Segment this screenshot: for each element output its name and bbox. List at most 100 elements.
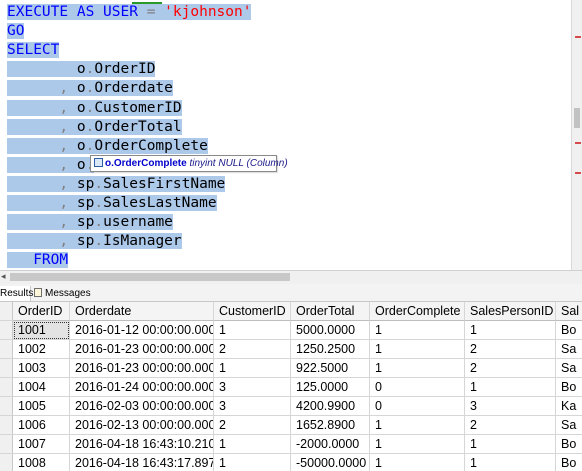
grid-cell[interactable]: 922.5000 xyxy=(291,359,370,378)
column-header[interactable]: CustomerID xyxy=(214,302,291,321)
grid-cell[interactable]: 2016-04-18 16:43:10.210 xyxy=(70,435,214,454)
editor-horizontal-scrollbar[interactable]: ◂ xyxy=(0,270,582,284)
grid-cell[interactable]: 1002 xyxy=(13,340,70,359)
grid-cell[interactable]: 1 xyxy=(465,454,556,471)
column-header[interactable]: Orderdate xyxy=(70,302,214,321)
tab-messages[interactable]: Messages xyxy=(34,286,92,301)
code-token: FROM xyxy=(33,252,69,269)
grid-cell[interactable]: 2016-01-23 00:00:00.000 xyxy=(70,359,214,378)
editor-vertical-scrollbar[interactable] xyxy=(571,0,582,270)
code-token: OrderComplete xyxy=(94,137,208,154)
grid-cell[interactable]: Ka xyxy=(556,397,582,416)
grid-cell[interactable]: 1 xyxy=(370,321,465,340)
grid-cell[interactable]: 2 xyxy=(465,359,556,378)
grid-cell[interactable]: 1004 xyxy=(13,378,70,397)
tab-results[interactable]: Results xyxy=(0,286,33,301)
grid-cell[interactable]: 2016-01-12 00:00:00.000 xyxy=(70,321,214,340)
row-selector[interactable] xyxy=(0,454,13,471)
row-selector[interactable] xyxy=(0,359,13,378)
code-token: , xyxy=(59,175,77,192)
table-row[interactable]: 1007 2016-04-18 16:43:10.210 1 -2000.0000 1 1… xyxy=(0,435,582,454)
column-header[interactable]: SalesPersonID xyxy=(465,302,556,321)
grid-cell[interactable]: 1003 xyxy=(13,359,70,378)
grid-cell[interactable]: 1005 xyxy=(13,397,70,416)
grid-cell[interactable]: 1 xyxy=(214,359,291,378)
grid-cell[interactable]: 2 xyxy=(214,416,291,435)
grid-cell[interactable]: 1007 xyxy=(13,435,70,454)
table-row[interactable]: 1003 2016-01-23 00:00:00.000 1 922.5000 1 2 Sa xyxy=(0,359,582,378)
grid-cell[interactable]: 0 xyxy=(370,378,465,397)
row-selector[interactable] xyxy=(0,321,13,340)
row-selector[interactable] xyxy=(0,397,13,416)
grid-cell[interactable]: 3 xyxy=(465,397,556,416)
grid-cell[interactable]: 3 xyxy=(214,397,291,416)
row-selector[interactable] xyxy=(0,416,13,435)
grid-cell[interactable]: Bo xyxy=(556,454,582,471)
grid-cell[interactable]: Bo xyxy=(556,435,582,454)
grid-cell[interactable]: 1 xyxy=(465,378,556,397)
scrollbar-thumb[interactable] xyxy=(10,273,290,281)
column-header[interactable]: OrderTotal xyxy=(291,302,370,321)
code-token: sp xyxy=(76,195,95,211)
code-line: , o.CustomerID xyxy=(7,99,182,118)
grid-cell[interactable]: Bo xyxy=(556,378,582,397)
grid-cell[interactable]: 2016-02-13 00:00:00.000 xyxy=(70,416,214,435)
grid-cell[interactable]: Sa xyxy=(556,416,582,435)
table-row[interactable]: 1004 2016-01-24 00:00:00.000 3 125.0000 0 1 Bo xyxy=(0,378,582,397)
row-selector[interactable] xyxy=(0,302,13,321)
grid-cell[interactable]: 3 xyxy=(214,378,291,397)
grid-cell[interactable]: 0 xyxy=(370,397,465,416)
row-selector[interactable] xyxy=(0,435,13,454)
grid-cell[interactable]: -50000.0000 xyxy=(291,454,370,471)
code-token: IsManager xyxy=(103,233,182,250)
table-row[interactable]: 1001 2016-01-12 00:00:00.000 1 5000.0000 1 1 B… xyxy=(0,321,582,340)
query-editor[interactable]: EXECUTE AS USER = 'kjohnson' GO SELECT o.O… xyxy=(0,0,571,270)
grid-cell[interactable]: 2016-01-23 00:00:00.000 xyxy=(70,340,214,359)
grid-cell[interactable]: 2016-02-03 00:00:00.000 xyxy=(70,397,214,416)
code-token: SELECT xyxy=(7,42,60,59)
intellisense-tooltip: o.OrderComplete tinyint NULL (Column) xyxy=(90,155,288,172)
grid-cell[interactable]: 1 xyxy=(370,454,465,471)
code-token: OrderTotal xyxy=(94,118,182,135)
grid-cell[interactable]: 1001 xyxy=(13,321,70,340)
grid-cell[interactable]: -2000.0000 xyxy=(291,435,370,454)
grid-cell[interactable]: 2 xyxy=(465,340,556,359)
grid-cell[interactable]: 1 xyxy=(370,416,465,435)
table-row[interactable]: 1005 2016-02-03 00:00:00.000 3 4200.9900 0 3 K… xyxy=(0,397,582,416)
grid-cell[interactable]: 1652.8900 xyxy=(291,416,370,435)
grid-cell[interactable]: 2 xyxy=(214,340,291,359)
grid-cell[interactable]: 125.0000 xyxy=(291,378,370,397)
row-selector[interactable] xyxy=(0,340,13,359)
grid-cell[interactable]: 1 xyxy=(465,321,556,340)
grid-cell[interactable]: 1 xyxy=(370,340,465,359)
grid-cell[interactable]: 1 xyxy=(214,454,291,471)
column-header[interactable]: OrderID xyxy=(13,302,70,321)
table-row[interactable]: 1006 2016-02-13 00:00:00.000 2 1652.8900 1 2 S… xyxy=(0,416,582,435)
grid-cell[interactable]: 1 xyxy=(370,435,465,454)
grid-cell[interactable]: Bo xyxy=(556,321,582,340)
scroll-left-icon[interactable]: ◂ xyxy=(1,272,6,282)
row-selector[interactable] xyxy=(0,378,13,397)
grid-cell[interactable]: 1 xyxy=(214,435,291,454)
grid-cell[interactable]: Sa xyxy=(556,359,582,378)
scrollbar-thumb[interactable] xyxy=(574,108,580,128)
grid-cell[interactable]: 5000.0000 xyxy=(291,321,370,340)
results-grid[interactable]: OrderID Orderdate CustomerID OrderTotal Orde… xyxy=(0,302,582,471)
grid-cell[interactable]: Sa xyxy=(556,340,582,359)
column-header[interactable]: OrderComplete xyxy=(370,302,465,321)
selected-text: EXECUTE AS USER = 'kjohnson' xyxy=(7,4,252,20)
grid-cell[interactable]: 1 xyxy=(370,359,465,378)
grid-cell[interactable]: 1008 xyxy=(13,454,70,471)
grid-cell[interactable]: 1250.2500 xyxy=(291,340,370,359)
grid-cell[interactable]: 2 xyxy=(465,416,556,435)
code-token: . xyxy=(94,195,104,211)
grid-cell[interactable]: 1 xyxy=(465,435,556,454)
grid-cell[interactable]: 2016-04-18 16:43:17.897 xyxy=(70,454,214,471)
table-row[interactable]: 1002 2016-01-23 00:00:00.000 2 1250.2500 1 2 S… xyxy=(0,340,582,359)
column-header[interactable]: Sal xyxy=(556,302,582,321)
grid-cell[interactable]: 1 xyxy=(214,321,291,340)
grid-cell[interactable]: 1006 xyxy=(13,416,70,435)
grid-cell[interactable]: 2016-01-24 00:00:00.000 xyxy=(70,378,214,397)
grid-cell[interactable]: 4200.9900 xyxy=(291,397,370,416)
table-row[interactable]: 1008 2016-04-18 16:43:17.897 1 -50000.0000 1… xyxy=(0,454,582,471)
